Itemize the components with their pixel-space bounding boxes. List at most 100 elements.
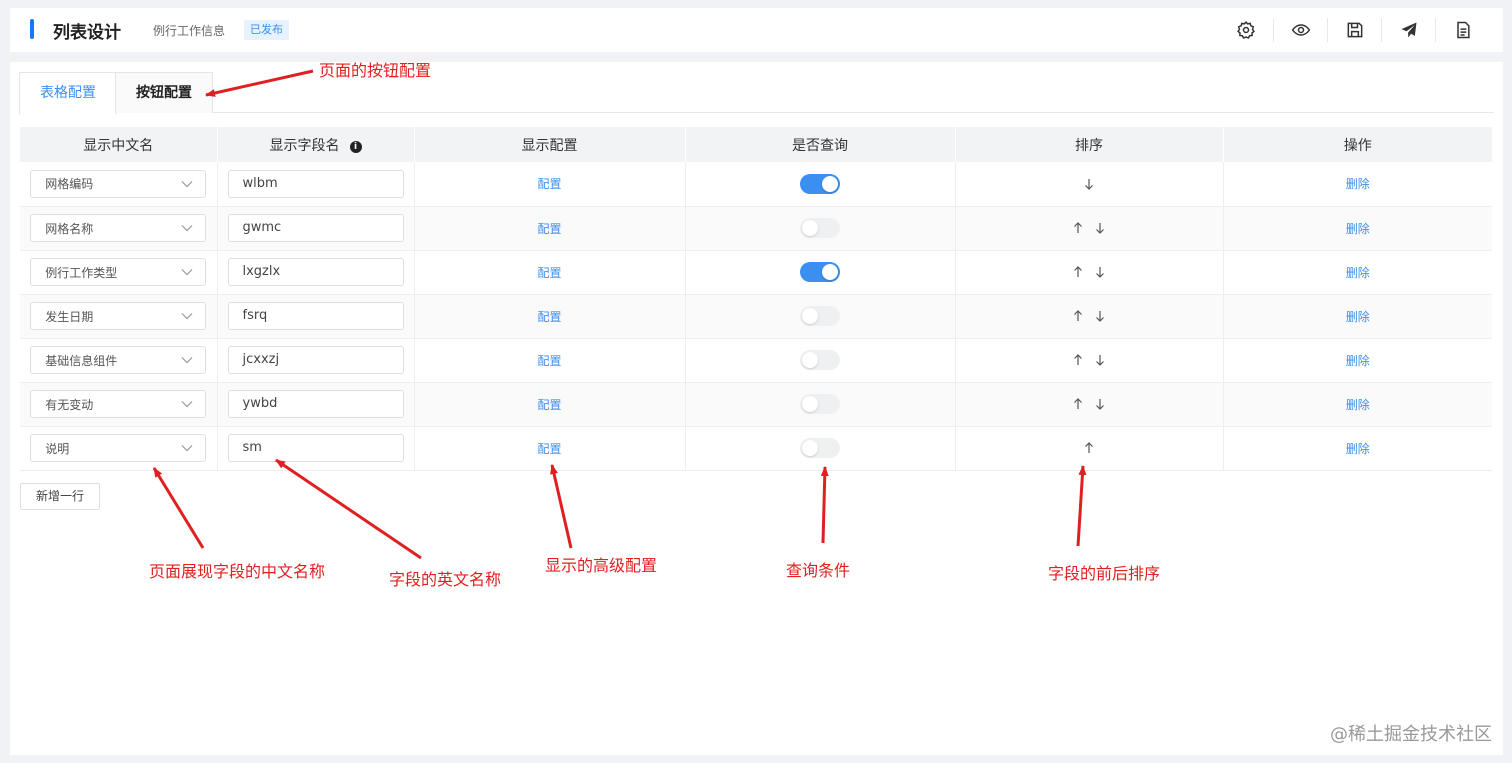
send-icon bbox=[1401, 22, 1416, 38]
field-name-input[interactable]: fsrq bbox=[227, 302, 404, 330]
delete-link[interactable]: 删除 bbox=[1346, 354, 1370, 368]
column-header-actions: 操作 bbox=[1223, 127, 1492, 162]
column-header-query: 是否查询 bbox=[685, 127, 956, 162]
field-name-input[interactable]: ywbd bbox=[227, 390, 404, 418]
delete-link[interactable]: 删除 bbox=[1346, 398, 1370, 412]
field-name-input[interactable]: gwmc bbox=[227, 214, 404, 242]
cn-name-select[interactable]: 有无变动 bbox=[30, 390, 207, 418]
cell-field-name: jcxxzj bbox=[217, 338, 415, 383]
arrow-down-icon[interactable] bbox=[1082, 177, 1096, 191]
table-header-row: 显示中文名 显示字段名 i 显示配置 是否查询 排序 操作 bbox=[20, 127, 1492, 162]
field-name-input[interactable]: jcxxzj bbox=[227, 346, 404, 374]
query-toggle[interactable] bbox=[800, 394, 840, 414]
cn-name-select[interactable]: 基础信息组件 bbox=[30, 346, 207, 374]
config-link[interactable]: 配置 bbox=[537, 354, 561, 368]
config-link[interactable]: 配置 bbox=[537, 177, 561, 191]
cell-actions: 删除 bbox=[1223, 162, 1492, 207]
config-link[interactable]: 配置 bbox=[537, 398, 561, 412]
info-icon[interactable]: i bbox=[349, 140, 362, 153]
field-name-input[interactable]: lxgzlx bbox=[227, 258, 404, 286]
cell-field-name: wlbm bbox=[217, 162, 415, 207]
table-row: 网格编码 wlbm 配置 删除 bbox=[20, 162, 1492, 207]
cn-name-value: 网格名称 bbox=[45, 221, 94, 236]
cell-cn-name: 例行工作类型 bbox=[20, 250, 218, 295]
arrow-down-icon[interactable] bbox=[1093, 221, 1107, 235]
delete-link[interactable]: 删除 bbox=[1346, 266, 1370, 280]
settings-button[interactable] bbox=[1219, 18, 1273, 42]
field-name-input[interactable]: wlbm bbox=[227, 169, 404, 198]
table-row: 说明 sm 配置 删除 bbox=[20, 426, 1492, 471]
arrow-down-icon[interactable] bbox=[1093, 397, 1107, 411]
chevron-down-icon bbox=[181, 401, 193, 408]
cell-field-name: sm bbox=[217, 426, 415, 471]
document-icon bbox=[1456, 21, 1470, 39]
cell-cn-name: 基础信息组件 bbox=[20, 338, 218, 383]
query-toggle[interactable] bbox=[800, 306, 840, 326]
cell-order bbox=[955, 382, 1224, 427]
toggle-knob bbox=[802, 308, 818, 324]
annotation-advanced-config: 显示的高级配置 bbox=[545, 556, 658, 575]
query-toggle[interactable] bbox=[800, 438, 840, 458]
arrow-up-icon[interactable] bbox=[1071, 265, 1085, 279]
chevron-down-icon bbox=[181, 180, 193, 188]
config-panel: 表格配置 按钮配置 显示中文名 显示字段名 i 显示配置 是否查询 排序 操作 网… bbox=[10, 62, 1503, 755]
toggle-knob bbox=[802, 352, 818, 368]
table-row: 有无变动 ywbd 配置 删除 bbox=[20, 382, 1492, 427]
add-row-button[interactable]: 新增一行 bbox=[20, 483, 101, 510]
column-header-cn-name: 显示中文名 bbox=[20, 127, 218, 162]
query-toggle[interactable] bbox=[800, 350, 840, 370]
status-badge: 已发布 bbox=[244, 20, 289, 40]
cell-display-config: 配置 bbox=[414, 426, 686, 471]
cell-order bbox=[955, 294, 1224, 339]
config-link[interactable]: 配置 bbox=[537, 442, 561, 456]
query-toggle[interactable] bbox=[800, 173, 840, 194]
arrow-up-icon[interactable] bbox=[1082, 441, 1096, 455]
document-button[interactable] bbox=[1435, 18, 1489, 42]
arrow-up-icon[interactable] bbox=[1071, 397, 1085, 411]
field-name-input[interactable]: sm bbox=[227, 434, 404, 462]
page-header: 列表设计 例行工作信息 已发布 bbox=[10, 8, 1503, 52]
config-link[interactable]: 配置 bbox=[537, 310, 561, 324]
publish-button[interactable] bbox=[1381, 18, 1435, 42]
chevron-down-icon bbox=[181, 313, 193, 320]
config-link[interactable]: 配置 bbox=[537, 222, 561, 236]
cell-actions: 删除 bbox=[1223, 382, 1492, 427]
cn-name-value: 网格编码 bbox=[45, 177, 94, 192]
cell-display-config: 配置 bbox=[414, 338, 686, 383]
cell-query bbox=[685, 426, 956, 471]
cn-name-select[interactable]: 发生日期 bbox=[30, 302, 207, 330]
arrow-down-icon[interactable] bbox=[1093, 309, 1107, 323]
cn-name-select[interactable]: 例行工作类型 bbox=[30, 258, 207, 286]
header-toolbar bbox=[1219, 18, 1489, 42]
arrow-down-icon[interactable] bbox=[1093, 353, 1107, 367]
tab-button-config[interactable]: 按钮配置 bbox=[115, 72, 213, 113]
preview-button[interactable] bbox=[1273, 18, 1327, 42]
query-toggle[interactable] bbox=[800, 218, 840, 238]
config-link[interactable]: 配置 bbox=[537, 266, 561, 280]
arrow-down-icon[interactable] bbox=[1093, 265, 1107, 279]
cn-name-value: 基础信息组件 bbox=[45, 353, 118, 368]
save-button[interactable] bbox=[1327, 18, 1381, 42]
cell-display-config: 配置 bbox=[414, 294, 686, 339]
cell-display-config: 配置 bbox=[414, 382, 686, 427]
arrow-up-icon[interactable] bbox=[1071, 221, 1085, 235]
delete-link[interactable]: 删除 bbox=[1346, 177, 1370, 191]
toggle-knob bbox=[802, 220, 818, 236]
chevron-down-icon bbox=[181, 225, 193, 232]
delete-link[interactable]: 删除 bbox=[1346, 442, 1370, 456]
tab-table-config[interactable]: 表格配置 bbox=[19, 72, 117, 114]
delete-link[interactable]: 删除 bbox=[1346, 310, 1370, 324]
toggle-knob bbox=[802, 396, 818, 412]
delete-link[interactable]: 删除 bbox=[1346, 222, 1370, 236]
cell-field-name: fsrq bbox=[217, 294, 415, 339]
cell-query bbox=[685, 338, 956, 383]
arrow-up-icon[interactable] bbox=[1071, 309, 1085, 323]
arrow-up-icon[interactable] bbox=[1071, 353, 1085, 367]
cn-name-select[interactable]: 说明 bbox=[30, 434, 207, 462]
table-row: 例行工作类型 lxgzlx 配置 删除 bbox=[20, 250, 1492, 295]
cn-name-select[interactable]: 网格名称 bbox=[30, 214, 207, 242]
cn-name-select[interactable]: 网格编码 bbox=[30, 169, 207, 198]
query-toggle[interactable] bbox=[800, 262, 840, 282]
cell-display-config: 配置 bbox=[414, 250, 686, 295]
cell-query bbox=[685, 382, 956, 427]
